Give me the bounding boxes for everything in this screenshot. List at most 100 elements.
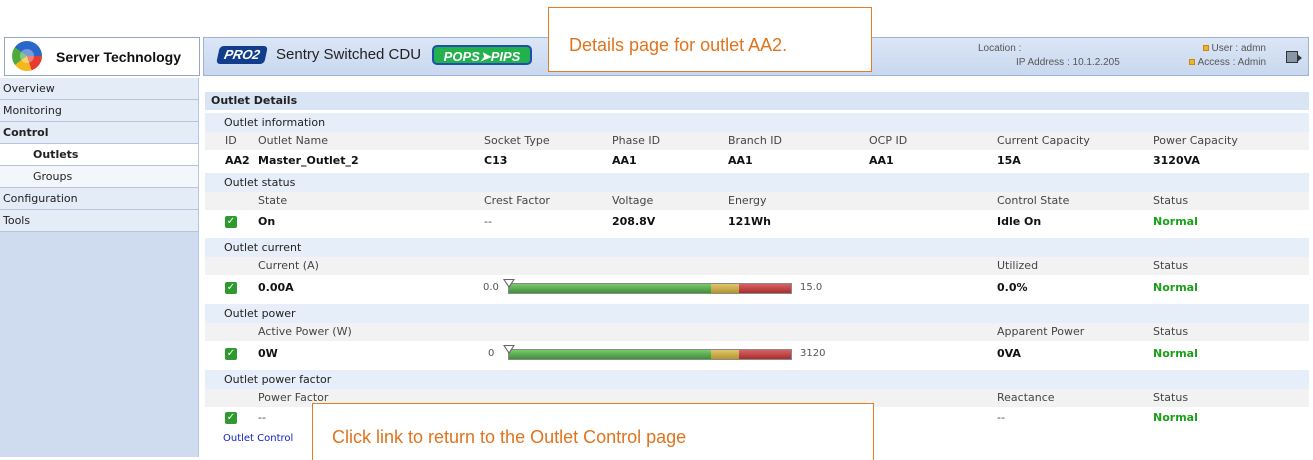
server-technology-logo-icon xyxy=(12,41,42,71)
access-text: Access : Admin xyxy=(1197,57,1266,68)
outlet-information-header-row: ID Outlet Name Socket Type Phase ID Bran… xyxy=(205,132,1309,150)
check-icon: ✓ xyxy=(225,282,237,294)
outlet-power-heading: Outlet power xyxy=(205,304,1309,323)
active-power-value: 0W xyxy=(258,347,278,360)
col-status: Status xyxy=(1153,194,1189,207)
current-gauge-pointer-icon xyxy=(503,279,515,288)
col-energy: Energy xyxy=(728,194,767,207)
outlet-control-link[interactable]: Outlet Control xyxy=(223,433,293,444)
energy: 121Wh xyxy=(728,215,771,228)
outlet-information-value-row: AA2 Master_Outlet_2 C13 AA1 AA1 AA1 15A … xyxy=(205,150,1309,171)
col-apparent-power: Apparent Power xyxy=(997,325,1085,338)
col-status: Status xyxy=(1153,259,1189,272)
col-state: State xyxy=(258,194,288,207)
outlet-state: On xyxy=(258,215,276,228)
brand-name: Server Technology xyxy=(56,49,182,65)
outlet-power-factor-heading: Outlet power factor xyxy=(205,370,1309,389)
page-title: Outlet Details xyxy=(205,92,1309,110)
gauge-yellow-segment xyxy=(711,350,739,359)
power-gauge-min: 0 xyxy=(488,348,495,359)
logout-icon[interactable] xyxy=(1286,51,1302,63)
outlet-name: Master_Outlet_2 xyxy=(258,154,359,167)
col-id: ID xyxy=(225,134,237,147)
sidebar-item-outlets[interactable]: Outlets xyxy=(0,144,198,166)
reactance-value: -- xyxy=(997,411,1005,424)
status-badge: Normal xyxy=(1153,281,1198,294)
bullet-icon xyxy=(1188,58,1195,65)
ip-address-text: IP Address : 10.1.2.205 xyxy=(1016,57,1120,68)
col-socket-type: Socket Type xyxy=(484,134,550,147)
outlet-current-header-row: Current (A) Utilized Status xyxy=(205,257,1309,275)
branch-id: AA1 xyxy=(728,154,753,167)
col-status: Status xyxy=(1153,391,1189,404)
outlet-information-heading: Outlet information xyxy=(205,113,1309,132)
current-gauge xyxy=(508,283,792,294)
voltage: 208.8V xyxy=(612,215,656,228)
gauge-red-segment xyxy=(739,284,791,293)
socket-type: C13 xyxy=(484,154,508,167)
sidebar-item-groups[interactable]: Groups xyxy=(0,166,198,188)
outlet-current-value-row: ✓ 0.00A 0.0 15.0 0.0% Normal xyxy=(205,275,1309,301)
main-content: Outlet Details Outlet information ID Out… xyxy=(205,92,1309,429)
control-state: Idle On xyxy=(997,215,1042,228)
user-info: User : admn xyxy=(1202,43,1266,54)
status-badge: Normal xyxy=(1153,347,1198,360)
outlet-current-heading: Outlet current xyxy=(205,238,1309,257)
outlet-id: AA2 xyxy=(225,154,250,167)
brand-logo[interactable]: Server Technology xyxy=(4,37,200,76)
apparent-power-value: 0VA xyxy=(997,347,1021,360)
product-name: Sentry Switched CDU xyxy=(276,46,422,63)
gauge-green-segment xyxy=(509,284,711,293)
utilized-value: 0.0% xyxy=(997,281,1028,294)
sidebar-item-monitoring[interactable]: Monitoring xyxy=(0,100,198,122)
user-text: User : admn xyxy=(1211,43,1266,54)
col-reactance: Reactance xyxy=(997,391,1055,404)
check-icon: ✓ xyxy=(225,412,237,424)
callout-bottom: Click link to return to the Outlet Contr… xyxy=(312,403,874,460)
current-value: 0.00A xyxy=(258,281,294,294)
ocp-id: AA1 xyxy=(869,154,894,167)
col-utilized: Utilized xyxy=(997,259,1039,272)
gauge-yellow-segment xyxy=(711,284,739,293)
bullet-icon xyxy=(1202,44,1209,51)
crest-factor: -- xyxy=(484,215,492,228)
current-gauge-min: 0.0 xyxy=(483,282,499,293)
outlet-status-header-row: State Crest Factor Voltage Energy Contro… xyxy=(205,192,1309,210)
power-factor-value: -- xyxy=(258,411,266,424)
sidebar-item-tools[interactable]: Tools xyxy=(0,210,198,232)
gauge-green-segment xyxy=(509,350,711,359)
pops-pips-badge: POPS➤PIPS xyxy=(432,45,532,65)
col-control-state: Control State xyxy=(997,194,1070,207)
status-badge: Normal xyxy=(1153,215,1198,228)
power-capacity: 3120VA xyxy=(1153,154,1200,167)
col-ocp-id: OCP ID xyxy=(869,134,908,147)
col-voltage: Voltage xyxy=(612,194,654,207)
col-current-capacity: Current Capacity xyxy=(997,134,1090,147)
col-phase-id: Phase ID xyxy=(612,134,661,147)
phase-id: AA1 xyxy=(612,154,637,167)
status-badge: Normal xyxy=(1153,411,1198,424)
current-gauge-max: 15.0 xyxy=(800,282,823,293)
sidebar-item-overview[interactable]: Overview xyxy=(0,78,198,100)
power-gauge xyxy=(508,349,792,360)
col-crest-factor: Crest Factor xyxy=(484,194,550,207)
gauge-red-segment xyxy=(739,350,791,359)
col-active-power: Active Power (W) xyxy=(258,325,352,338)
power-gauge-max: 3120 xyxy=(800,348,826,359)
col-status: Status xyxy=(1153,325,1189,338)
location-label: Location : xyxy=(978,43,1022,54)
outlet-power-header-row: Active Power (W) Apparent Power Status xyxy=(205,323,1309,341)
check-icon: ✓ xyxy=(225,216,237,228)
col-outlet-name: Outlet Name xyxy=(258,134,329,147)
outlet-status-value-row: ✓ On -- 208.8V 121Wh Idle On Normal xyxy=(205,210,1309,234)
power-gauge-pointer-icon xyxy=(503,345,515,354)
check-icon: ✓ xyxy=(225,348,237,360)
col-current: Current (A) xyxy=(258,259,319,272)
pro2-badge: PRO2 xyxy=(216,46,268,64)
access-info: Access : Admin xyxy=(1188,57,1266,68)
sidebar: Overview Monitoring Control Outlets Grou… xyxy=(0,78,199,457)
col-power-capacity: Power Capacity xyxy=(1153,134,1238,147)
sidebar-item-configuration[interactable]: Configuration xyxy=(0,188,198,210)
current-capacity: 15A xyxy=(997,154,1021,167)
sidebar-item-control[interactable]: Control xyxy=(0,122,198,144)
